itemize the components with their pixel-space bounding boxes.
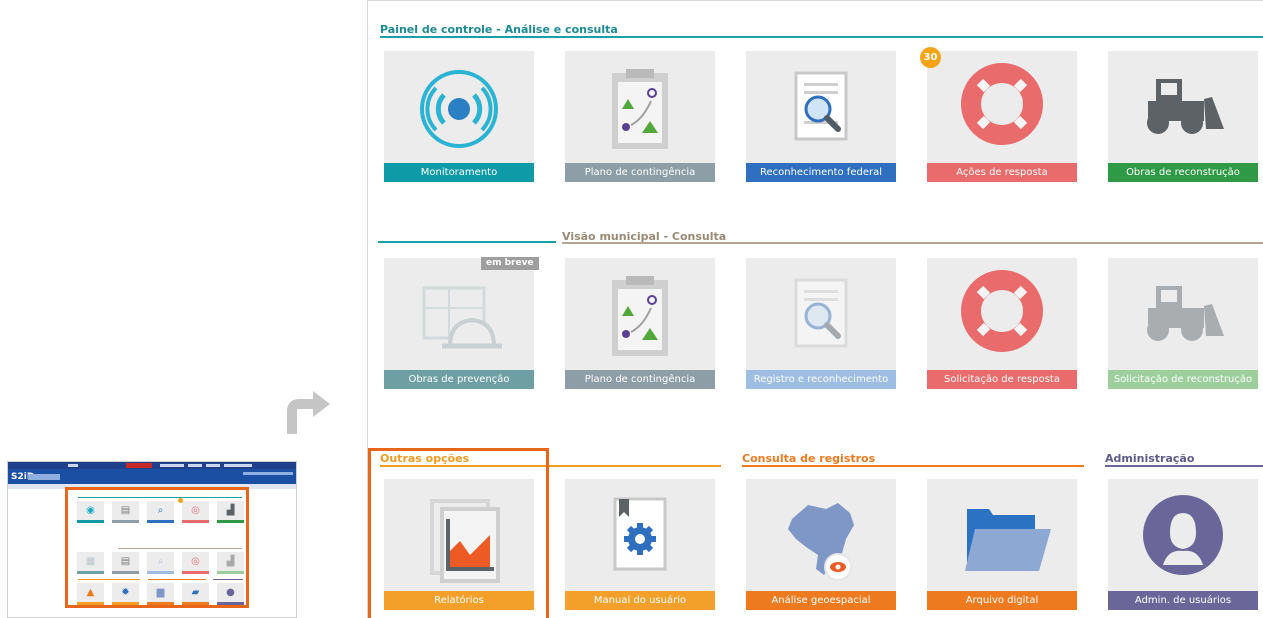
clipboard-map-icon — [612, 276, 668, 356]
tile-label: Monitoramento — [384, 163, 534, 182]
section-divider — [562, 242, 1263, 244]
tile-label: Arquivo digital — [927, 591, 1077, 610]
tile-obras-reconstrucao[interactable]: Obras de reconstrução — [1108, 51, 1258, 182]
tile-label: Análise geoespacial — [746, 591, 896, 610]
hardhat-blueprint-icon — [422, 286, 502, 349]
section-divider — [378, 241, 556, 243]
tile-monitoramento[interactable]: Monitoramento — [384, 51, 534, 182]
tile-reconhecimento-federal[interactable]: Reconhecimento federal — [746, 51, 896, 182]
tile-solicitacao-reconstrucao[interactable]: Solicitação de reconstrução — [1108, 258, 1258, 389]
tile-label: Manual do usuário — [565, 591, 715, 610]
tile-label: Ações de resposta — [927, 163, 1077, 182]
user-avatar-icon — [1143, 495, 1223, 575]
document-search-icon — [794, 278, 848, 348]
tile-analise-geoespacial[interactable]: Análise geoespacial — [746, 479, 896, 610]
tile-label: Solicitação de reconstrução — [1108, 370, 1258, 389]
section-title-admin: Administração — [1105, 452, 1195, 465]
figure: S2iD ◉ ▤ ⌕ ◎ ▟ ▦ ▤ ⌕ ◎ ▟ ▲ ✹ ▆ ▰ ● Paine — [0, 0, 1263, 618]
notification-badge: 30 — [920, 47, 941, 68]
tile-label: Obras de prevenção — [384, 370, 534, 389]
tile-label: Reconhecimento federal — [746, 163, 896, 182]
control-panel: Painel de controle - Análise e consulta … — [367, 0, 1263, 618]
tile-manual-usuario[interactable]: Manual do usuário — [565, 479, 715, 610]
tile-label: Solicitação de resposta — [927, 370, 1077, 389]
tile-label: Plano de contingência — [565, 370, 715, 389]
section-divider — [380, 36, 1263, 38]
tile-acoes-resposta[interactable]: Ações de resposta — [927, 51, 1077, 182]
tile-label: Registro e reconhecimento — [746, 370, 896, 389]
highlight-frame — [368, 448, 549, 618]
bulldozer-icon — [1147, 286, 1224, 341]
manual-gear-icon — [613, 497, 667, 571]
brazil-map-icon — [788, 503, 854, 581]
tile-label: Plano de contingência — [565, 163, 715, 182]
section-title-records: Consulta de registros — [742, 452, 876, 465]
section-title-control-panel: Painel de controle - Análise e consulta — [380, 23, 618, 36]
tile-admin-usuarios[interactable]: Admin. de usuários — [1108, 479, 1258, 610]
lifebuoy-icon — [961, 270, 1043, 352]
tile-arquivo-digital[interactable]: Arquivo digital — [927, 479, 1077, 610]
document-search-icon — [794, 71, 848, 141]
section-divider — [742, 465, 1084, 467]
tile-solicitacao-resposta[interactable]: Solicitação de resposta — [927, 258, 1077, 389]
section-divider — [1105, 465, 1263, 467]
tile-plano-contingencia[interactable]: Plano de contingência — [565, 51, 715, 182]
lifebuoy-icon — [961, 63, 1043, 145]
clipboard-map-icon — [612, 69, 668, 149]
screen-thumbnail: S2iD ◉ ▤ ⌕ ◎ ▟ ▦ ▤ ⌕ ◎ ▟ ▲ ✹ ▆ ▰ ● — [7, 461, 297, 618]
coming-soon-badge: em breve — [481, 257, 539, 270]
thumbnail-scroll-dot — [296, 511, 297, 517]
tile-label: Obras de reconstrução — [1108, 163, 1258, 182]
folder-icon — [965, 509, 1051, 571]
signal-icon — [420, 70, 498, 148]
tile-obras-prevencao[interactable]: Obras de prevenção — [384, 258, 534, 389]
tile-registro-reconhecimento[interactable]: Registro e reconhecimento — [746, 258, 896, 389]
tile-plano-contingencia-municipal[interactable]: Plano de contingência — [565, 258, 715, 389]
bulldozer-icon — [1147, 79, 1224, 134]
tile-label: Admin. de usuários — [1108, 591, 1258, 610]
pointer-arrow-icon — [287, 391, 330, 434]
thumbnail-top-bar — [8, 462, 296, 469]
